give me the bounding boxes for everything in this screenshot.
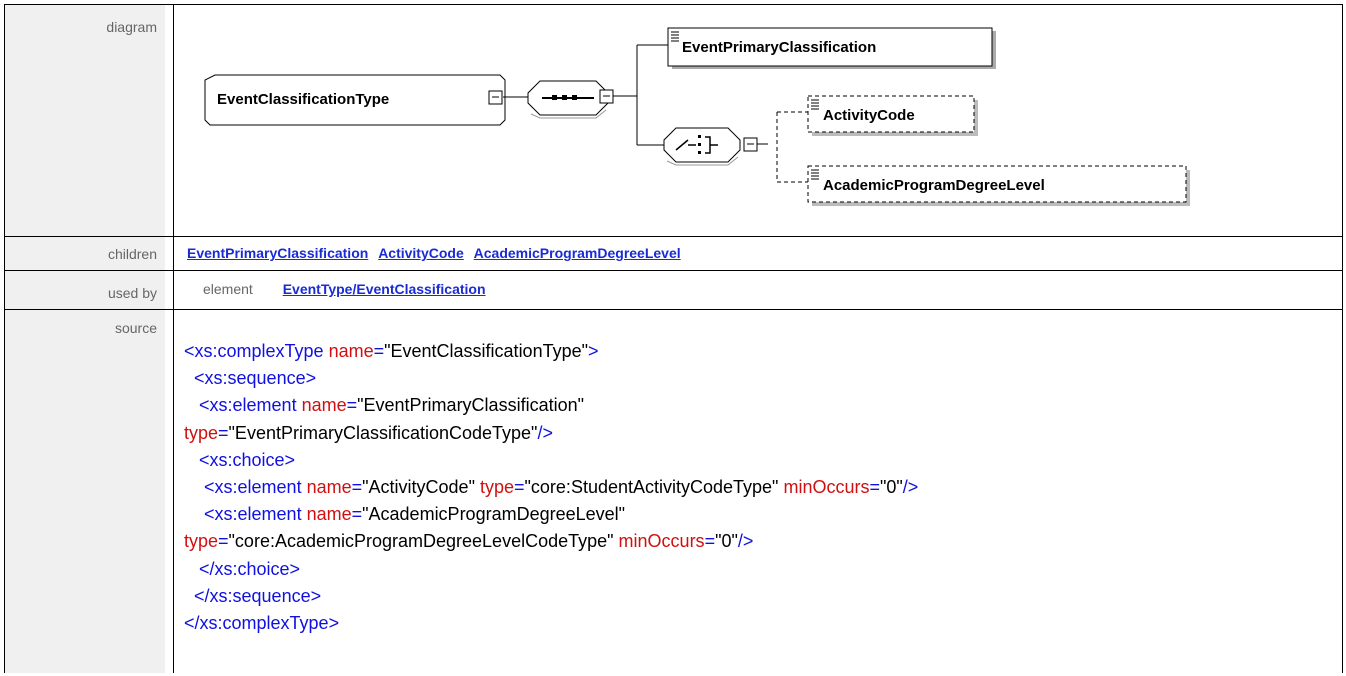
svg-text:ActivityCode: ActivityCode [823, 107, 915, 124]
row-label-source: source [5, 310, 165, 673]
collapse-icon[interactable] [599, 89, 614, 104]
source-code: <xs:complexType name="EventClassificatio… [184, 341, 919, 634]
child-link[interactable]: AcademicProgramDegreeLevel [474, 245, 681, 261]
children-list: EventPrimaryClassification ActivityCode … [187, 245, 687, 261]
element-node-event-primary-classification[interactable]: EventPrimaryClassification [667, 27, 996, 69]
element-node-activity-code[interactable]: ActivityCode [807, 95, 978, 136]
choice-compositor-icon[interactable] [663, 127, 741, 166]
row-label-used-by: used by [5, 271, 165, 309]
sequence-compositor-icon[interactable] [527, 80, 609, 119]
child-link[interactable]: EventPrimaryClassification [187, 245, 368, 261]
divider [5, 236, 1343, 237]
svg-text:AcademicProgramDegreeLevel: AcademicProgramDegreeLevel [823, 177, 1045, 194]
collapse-icon[interactable] [488, 90, 503, 105]
used-by-row: element EventType/EventClassification [203, 281, 492, 297]
row-label-children: children [5, 237, 165, 270]
used-by-kind: element [203, 281, 253, 297]
svg-text:EventPrimaryClassification: EventPrimaryClassification [682, 39, 876, 56]
root-type-label: EventClassificationType [217, 91, 389, 108]
element-node-academic-program-degree-level[interactable]: AcademicProgramDegreeLevel [807, 165, 1190, 206]
used-by-link[interactable]: EventType/EventClassification [283, 281, 486, 297]
divider [5, 309, 1343, 310]
schema-diagram: EventClassificationType EventPrimaryClas… [204, 27, 1190, 206]
collapse-icon[interactable] [743, 137, 758, 152]
root-type-node[interactable]: EventClassificationType [204, 74, 506, 127]
divider [5, 270, 1343, 271]
child-link[interactable]: ActivityCode [378, 245, 464, 261]
